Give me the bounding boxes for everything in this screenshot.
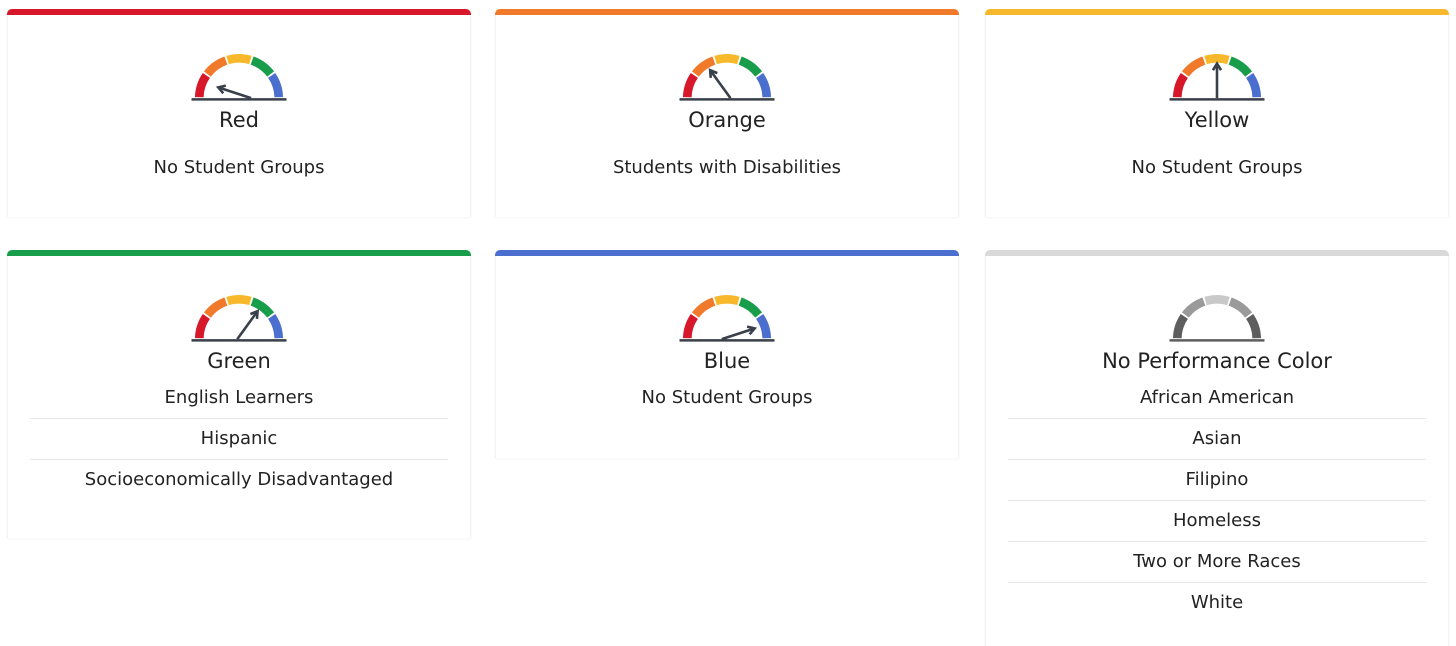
gauge-segment — [1204, 54, 1230, 65]
gauge-segment — [1181, 297, 1206, 318]
gauge-needle — [236, 310, 259, 340]
gauge-segment — [267, 313, 284, 339]
performance-card-no-color: No Performance Color African American As… — [985, 250, 1449, 646]
student-group-list-orange: Students with Disabilities — [518, 133, 936, 188]
student-group-list-green: English Learners Hispanic Socioeconomica… — [30, 378, 448, 500]
gauge-segment — [714, 54, 740, 65]
student-group-item: English Learners — [30, 378, 448, 419]
gauge-segment — [250, 56, 275, 77]
gauge-segment — [1181, 56, 1206, 77]
gauge-segment — [1172, 72, 1189, 98]
student-group-item: African American — [1008, 378, 1426, 419]
gauge-segment — [1245, 72, 1262, 98]
card-title-red: Red — [219, 108, 259, 132]
gauge-red-icon — [191, 54, 287, 101]
student-group-item: Students with Disabilities — [612, 157, 842, 178]
student-group-item: Asian — [1008, 419, 1426, 460]
gauge-segment — [267, 72, 284, 98]
student-group-list-yellow: No Student Groups — [1008, 133, 1426, 188]
gauge-segment — [1245, 313, 1262, 339]
student-group-item: No Student Groups — [641, 387, 813, 408]
card-title-no-color: No Performance Color — [1102, 349, 1332, 373]
gauge-segment — [1228, 297, 1253, 318]
performance-card-yellow: Yellow No Student Groups — [985, 9, 1449, 217]
gauge-segment — [1172, 313, 1189, 339]
gauge-yellow-icon — [1169, 54, 1265, 101]
card-title-orange: Orange — [688, 108, 766, 132]
card-title-blue: Blue — [703, 349, 751, 373]
gauge-green-icon — [191, 295, 287, 342]
gauge-no-color-icon — [1169, 295, 1265, 342]
gauge-segment — [203, 56, 228, 77]
gauge-segment — [226, 54, 252, 65]
gauge-segment — [194, 72, 211, 98]
student-group-item: Homeless — [1008, 501, 1426, 542]
student-group-item: No Student Groups — [1131, 157, 1303, 178]
student-group-list-no-color: African American Asian Filipino Homeless… — [1008, 378, 1426, 623]
gauge-segment — [203, 297, 228, 318]
gauge-needle — [709, 69, 732, 99]
gauge-segment — [226, 295, 252, 306]
card-title-green: Green — [207, 349, 271, 373]
gauge-segment — [738, 56, 763, 77]
gauge-segment — [691, 297, 716, 318]
gauge-segment — [714, 295, 740, 306]
student-group-item: Filipino — [1008, 460, 1426, 501]
card-title-yellow: Yellow — [1184, 108, 1250, 132]
performance-card-green: Green English Learners Hispanic Socioeco… — [7, 250, 471, 538]
gauge-segment — [1204, 295, 1230, 306]
student-group-item: Socioeconomically Disadvantaged — [84, 469, 394, 490]
student-group-item: No Student Groups — [153, 157, 325, 178]
gauge-segment — [682, 313, 699, 339]
performance-card-red: Red No Student Groups — [7, 9, 471, 217]
student-group-list-red: No Student Groups — [30, 133, 448, 188]
gauge-segment — [194, 313, 211, 339]
gauge-segment — [755, 72, 772, 98]
student-group-item: Hispanic — [30, 419, 448, 460]
student-group-list-blue: No Student Groups — [518, 378, 936, 418]
student-group-item: Two or More Races — [1008, 542, 1426, 583]
gauge-blue-icon — [679, 295, 775, 342]
performance-card-blue: Blue No Student Groups — [495, 250, 959, 458]
gauge-segment — [755, 313, 772, 339]
gauge-orange-icon — [679, 54, 775, 101]
gauge-segment — [1228, 56, 1253, 77]
gauge-segment — [738, 297, 763, 318]
student-group-item: White — [1190, 592, 1244, 613]
gauge-segment — [682, 72, 699, 98]
performance-card-orange: Orange Students with Disabilities — [495, 9, 959, 217]
